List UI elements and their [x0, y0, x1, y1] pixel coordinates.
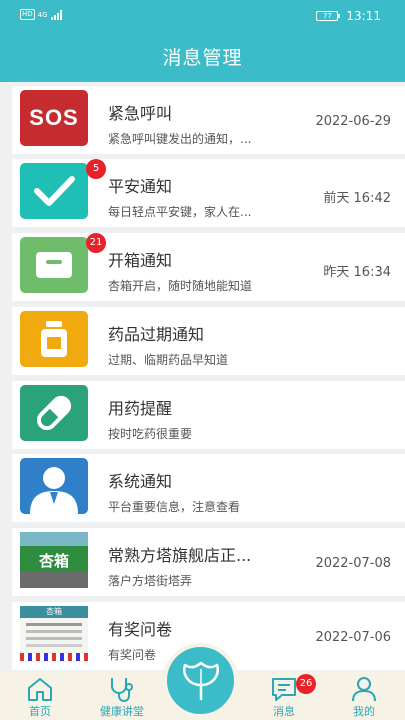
message-subtitle: 平台重要信息，注意查看 [108, 500, 241, 514]
message-item-safety[interactable]: 5 平安通知 每日轻点平安键，家人在... 前天 16:42 [12, 159, 405, 227]
tab-health-lecture-label: 健康讲堂 [100, 705, 144, 718]
status-bar: HD 4G 77 13:11 [0, 0, 405, 34]
tab-mine[interactable]: 我的 [338, 672, 390, 720]
message-subtitle: 按时吃药很重要 [108, 427, 193, 441]
message-title: 紧急呼叫 [108, 104, 173, 123]
message-time: 昨天 16:34 [323, 265, 391, 280]
message-subtitle: 每日轻点平安键，家人在... [108, 205, 252, 219]
message-title: 常熟方塔旗舰店正... [108, 546, 252, 565]
store-photo-icon: 杏箱 [20, 532, 88, 588]
message-title: 用药提醒 [108, 399, 173, 418]
unread-badge: 21 [86, 233, 106, 253]
message-list[interactable]: SOS 紧急呼叫 紧急呼叫键发出的通知，... 2022-06-29 5 平安通… [0, 82, 405, 672]
box-icon [20, 237, 88, 293]
message-subtitle: 过期、临期药品早知道 [108, 353, 229, 367]
network-type: 4G [37, 10, 48, 19]
ginkgo-leaf-icon [182, 661, 219, 700]
signal-icon [50, 9, 62, 20]
message-subtitle: 落户方塔街塔弄 [108, 574, 193, 588]
message-item-medication-reminder[interactable]: 用药提醒 按时吃药很重要 [12, 381, 405, 449]
message-time: 2022-06-29 [315, 114, 391, 129]
message-item-emergency[interactable]: SOS 紧急呼叫 紧急呼叫键发出的通知，... 2022-06-29 [12, 86, 405, 154]
tab-messages[interactable]: 消息 26 [258, 672, 316, 720]
message-title: 有奖问卷 [108, 620, 173, 639]
unread-badge: 5 [86, 159, 106, 179]
medicine-bottle-icon [20, 311, 88, 367]
sos-icon-text: SOS [29, 105, 79, 130]
message-title: 药品过期通知 [108, 325, 205, 344]
tab-mine-label: 我的 [353, 705, 375, 718]
message-title: 开箱通知 [108, 251, 173, 270]
clock: 13:11 [346, 9, 381, 23]
message-item-medicine-expiry[interactable]: 药品过期通知 过期、临期药品早知道 [12, 307, 405, 375]
survey-photo-icon: 杏箱 [20, 606, 88, 662]
hd-indicator: HD [20, 9, 35, 20]
pill-icon [20, 385, 88, 441]
store-sign-text: 杏箱 [38, 551, 69, 570]
message-item-store[interactable]: 杏箱 常熟方塔旗舰店正... 落户方塔街塔弄 2022-07-08 [12, 528, 405, 596]
message-item-box-open[interactable]: 21 开箱通知 杏箱开启，随时随地能知道 昨天 16:34 [12, 233, 405, 301]
person-icon [352, 677, 376, 702]
user-icon [20, 458, 88, 514]
message-subtitle: 紧急呼叫键发出的通知，... [108, 132, 252, 146]
message-title: 系统通知 [108, 472, 173, 491]
sos-icon: SOS [20, 90, 88, 146]
survey-photo-header: 杏箱 [20, 606, 88, 618]
message-icon [272, 678, 296, 701]
messages-badge: 26 [296, 674, 316, 694]
battery-icon: 77 [316, 11, 341, 21]
stethoscope-icon [111, 678, 133, 702]
message-time: 前天 16:42 [323, 191, 391, 206]
page-title: 消息管理 [162, 47, 243, 69]
tab-home-label: 首页 [29, 705, 51, 718]
message-time: 2022-07-08 [315, 556, 391, 571]
tab-home[interactable]: 首页 [14, 672, 66, 720]
center-ginkgo-button[interactable] [163, 643, 238, 718]
message-item-system[interactable]: 系统通知 平台重要信息，注意查看 [12, 454, 405, 522]
checkmark-icon [20, 163, 88, 219]
home-icon [28, 678, 52, 701]
header: 消息管理 [0, 34, 405, 82]
message-subtitle: 杏箱开启，随时随地能知道 [108, 279, 253, 293]
tab-health-lecture[interactable]: 健康讲堂 [92, 672, 152, 720]
tab-messages-label: 消息 [273, 705, 295, 718]
message-title: 平安通知 [108, 177, 173, 196]
message-time: 2022-07-06 [315, 630, 391, 645]
message-subtitle: 有奖问卷 [108, 648, 157, 662]
